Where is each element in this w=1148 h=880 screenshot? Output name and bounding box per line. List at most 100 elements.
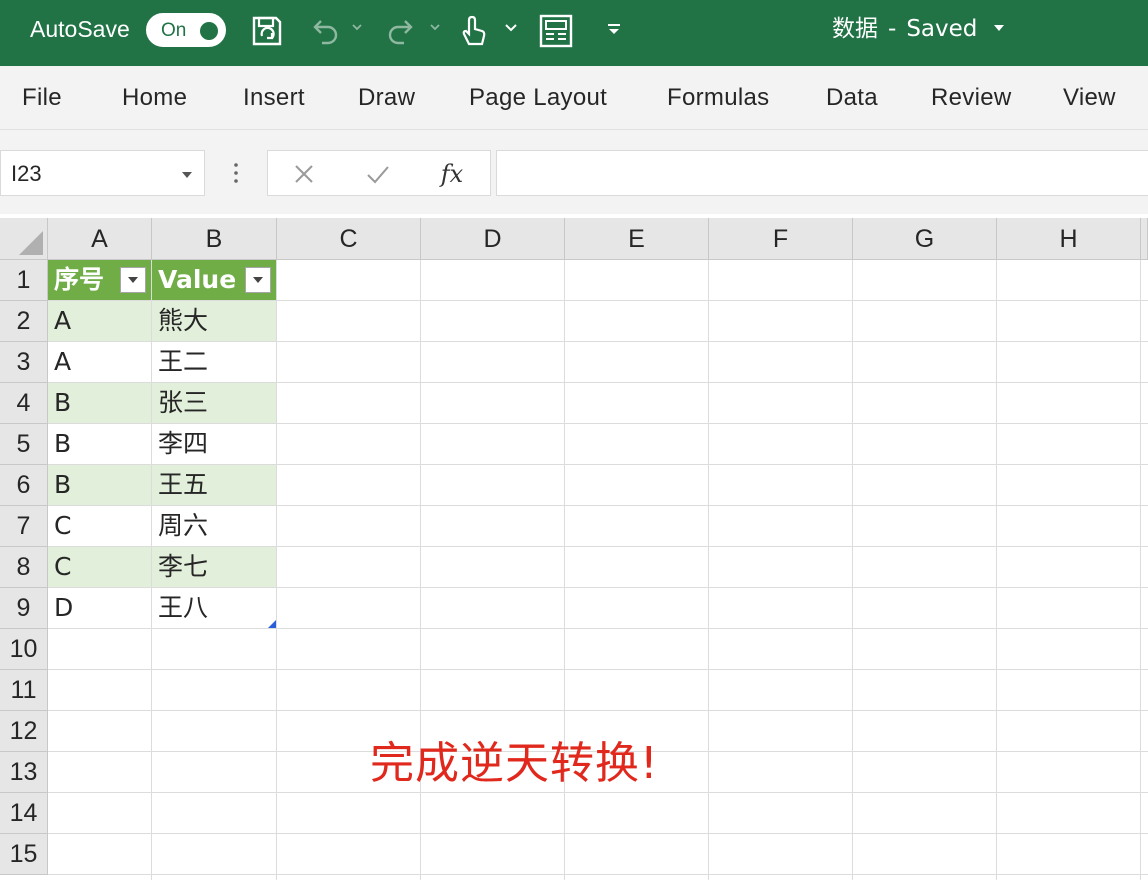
tab-page-layout[interactable]: Page Layout [469,82,607,114]
row-header-6[interactable]: 6 [0,465,48,506]
formula-buttons: fx [267,150,491,196]
row-header-2[interactable]: 2 [0,301,48,342]
tab-home[interactable]: Home [122,82,187,114]
gridline-horizontal [48,833,1148,834]
filter-arrow-icon [128,277,138,283]
table-cell[interactable]: 张三 [152,383,276,423]
table-cell[interactable]: 王二 [152,342,276,382]
table-header-label: 序号 [54,265,105,294]
column-header-b[interactable]: B [152,218,277,260]
tab-data[interactable]: Data [826,82,878,114]
toggle-knob [200,22,218,40]
gridline-vertical [852,260,853,880]
table-cell[interactable]: B [48,465,151,505]
row-header-4[interactable]: 4 [0,383,48,424]
table-cell[interactable]: B [48,383,151,423]
row-header-14[interactable]: 14 [0,793,48,834]
tab-file[interactable]: File [22,82,62,114]
row-header-7[interactable]: 7 [0,506,48,547]
table-cell[interactable]: 李七 [152,547,276,587]
form-icon[interactable] [536,12,576,50]
ribbon-tabs: File Home Insert Draw Page Layout Formul… [0,66,1148,130]
title-dropdown-icon[interactable] [992,22,1006,34]
redo-dropdown-icon[interactable] [428,20,442,34]
column-header-e[interactable]: E [565,218,709,260]
row-header-9[interactable]: 9 [0,588,48,629]
table-cell[interactable]: C [48,547,151,587]
enter-icon[interactable] [360,159,396,189]
doc-separator: - [888,16,897,42]
name-box-value: I23 [11,161,42,186]
row-header-1[interactable]: 1 [0,260,48,301]
filter-dropdown-button[interactable] [245,267,271,293]
table-cell[interactable]: B [48,424,151,464]
more-options-icon[interactable] [232,162,240,184]
formula-input[interactable] [496,150,1148,196]
select-all-button[interactable] [0,218,48,260]
gridline-horizontal [48,628,1148,629]
touch-mode-icon[interactable] [456,12,490,50]
row-header-12[interactable]: 12 [0,711,48,752]
document-title[interactable]: 数据 - Saved [832,14,977,44]
row-header-10[interactable]: 10 [0,629,48,670]
column-header-partial[interactable] [1141,218,1148,260]
tab-review[interactable]: Review [931,82,1012,114]
table-cell[interactable]: C [48,506,151,546]
formula-bar: I23 fx [0,130,1148,214]
row-header-15[interactable]: 15 [0,834,48,875]
fx-label: fx [440,160,464,188]
tab-draw[interactable]: Draw [358,82,415,114]
undo-icon[interactable] [306,12,342,50]
redo-icon[interactable] [384,12,420,50]
doc-status: Saved [906,16,978,42]
column-header-d[interactable]: D [421,218,565,260]
table-cell[interactable]: D [48,588,151,628]
gridline-vertical [1140,260,1141,880]
gridline-vertical [276,260,277,880]
column-header-a[interactable]: A [48,218,152,260]
column-header-h[interactable]: H [997,218,1141,260]
row-header-5[interactable]: 5 [0,424,48,465]
row-header-8[interactable]: 8 [0,547,48,588]
gridline-horizontal [48,710,1148,711]
customize-toolbar-icon[interactable] [604,20,624,40]
doc-name: 数据 [832,16,878,42]
table-cell[interactable]: 王五 [152,465,276,505]
gridline-horizontal [48,669,1148,670]
filter-dropdown-button[interactable] [120,267,146,293]
autosave-toggle[interactable]: On [146,13,226,47]
column-header-c[interactable]: C [277,218,421,260]
autosave-toggle-label: On [161,20,187,41]
cancel-icon[interactable] [286,159,322,189]
gridline-vertical [708,260,709,880]
table-cell[interactable]: 周六 [152,506,276,546]
title-bar: AutoSave On 数据 - Saved [0,0,1148,66]
table-cell[interactable]: A [48,342,151,382]
gridline-horizontal [48,792,1148,793]
save-icon[interactable] [248,12,286,50]
touch-dropdown-icon[interactable] [503,20,519,36]
table-cell[interactable]: 李四 [152,424,276,464]
tab-formulas[interactable]: Formulas [667,82,769,114]
gridline-horizontal [48,874,1148,875]
row-header-3[interactable]: 3 [0,342,48,383]
undo-dropdown-icon[interactable] [350,20,364,34]
name-box[interactable]: I23 [0,150,205,196]
column-header-g[interactable]: G [853,218,997,260]
autosave-label: AutoSave [30,16,130,42]
table-cell[interactable]: 熊大 [152,301,276,341]
filter-arrow-icon [253,277,263,283]
row-header-13[interactable]: 13 [0,752,48,793]
table-header-label: Value [158,265,237,294]
tab-insert[interactable]: Insert [243,82,305,114]
table-cell[interactable]: 王八 [152,588,276,628]
select-all-icon [19,231,43,255]
column-header-f[interactable]: F [709,218,853,260]
table-cell[interactable]: A [48,301,151,341]
table-resize-handle[interactable] [268,620,276,628]
gridline-vertical [996,260,997,880]
insert-function-icon[interactable]: fx [434,159,470,189]
tab-view[interactable]: View [1063,82,1116,114]
name-box-dropdown-icon[interactable] [181,171,193,179]
row-header-11[interactable]: 11 [0,670,48,711]
